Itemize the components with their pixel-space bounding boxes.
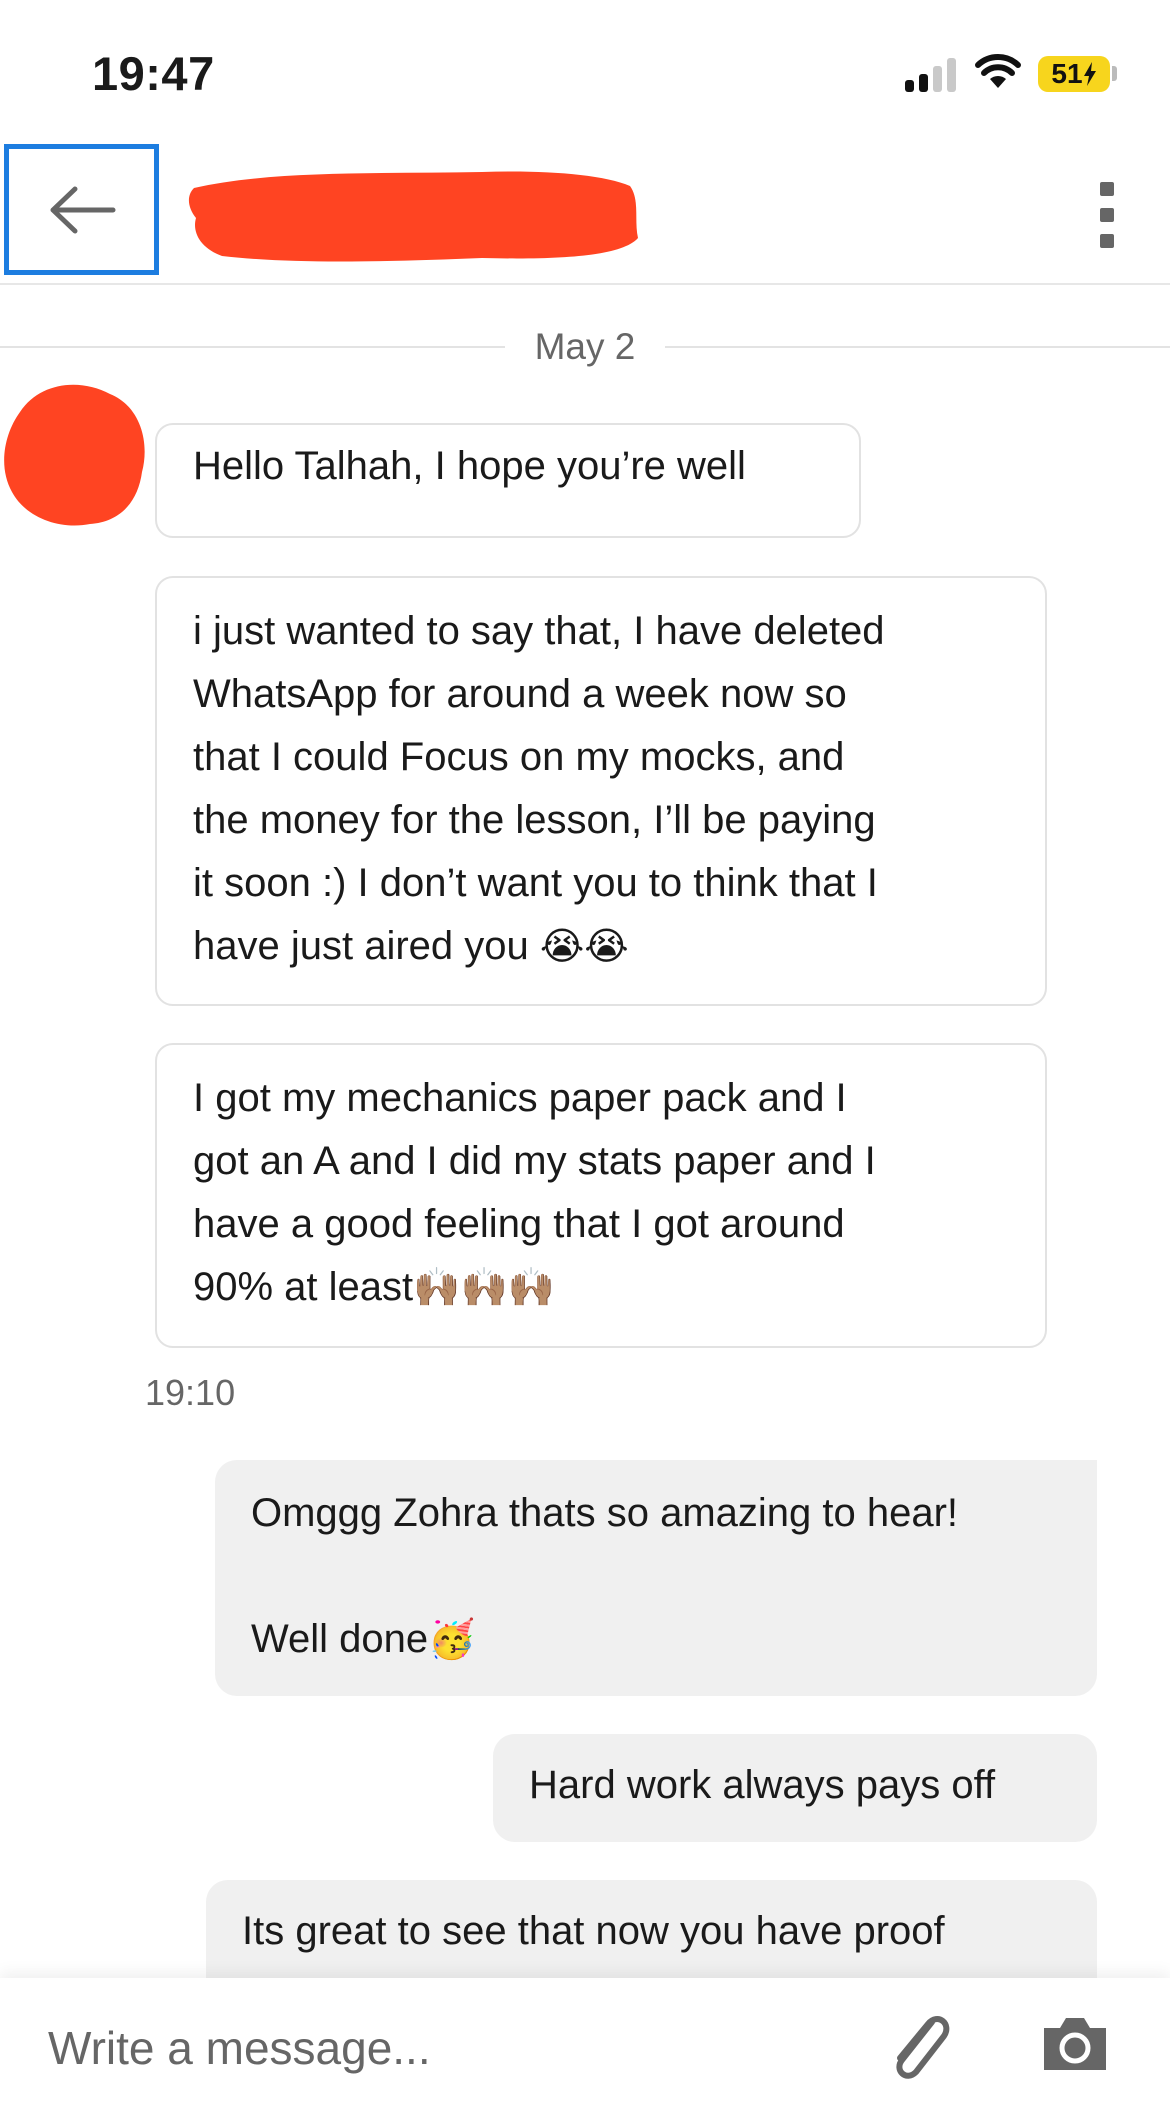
message-bubble-incoming[interactable]: I got my mechanics paper pack and I got … <box>155 1043 1047 1348</box>
attach-button[interactable] <box>880 2002 960 2092</box>
message-text: Its great to see that now you have proof <box>242 1909 945 1953</box>
status-time: 19:47 <box>92 47 215 100</box>
message-text: have just aired you <box>193 924 529 968</box>
message-bubble-incoming[interactable]: i just wanted to say that, I have delete… <box>155 576 1047 1006</box>
message-bubble-outgoing[interactable]: Omggg Zohra thats so amazing to hear! We… <box>215 1460 1097 1696</box>
message-bubble-incoming[interactable]: Hello Talhah, I hope you’re well <box>155 423 861 538</box>
message-text: have a good feeling that I got around <box>193 1202 845 1246</box>
message-text: 90% at least <box>193 1265 414 1309</box>
message-timestamp: 19:10 <box>145 1372 236 1413</box>
cellular-signal-icon <box>905 56 957 92</box>
back-button[interactable] <box>4 144 159 275</box>
message-input[interactable] <box>48 2008 848 2088</box>
battery-indicator: 51 <box>1038 56 1110 92</box>
wifi-icon <box>975 54 1021 88</box>
message-text-with-emoji: have just aired you 😭😭 <box>193 915 1009 978</box>
paperclip-icon <box>896 2016 950 2079</box>
redacted-avatar[interactable] <box>0 372 150 532</box>
message-bubble-outgoing[interactable]: Hard work always pays off <box>493 1734 1097 1842</box>
message-text: Hard work always pays off <box>529 1763 996 1807</box>
camera-icon <box>1044 2018 1106 2070</box>
message-text: got an A and I did my stats paper and I <box>193 1139 876 1183</box>
message-text: WhatsApp for around a week now so <box>193 672 847 716</box>
redacted-contact-name[interactable] <box>182 160 642 270</box>
battery-level: 51 <box>1051 58 1083 89</box>
charging-bolt-icon <box>1083 62 1096 86</box>
message-text: the money for the lesson, I’ll be paying <box>193 798 876 842</box>
message-text: Omggg Zohra thats so amazing to hear! <box>251 1491 959 1535</box>
message-text: it soon :) I don’t want you to think tha… <box>193 861 878 905</box>
message-text: that I could Focus on my mocks, and <box>193 735 845 779</box>
message-text-with-emoji: 90% at least🙌🏽🙌🏽🙌🏽 <box>193 1256 1009 1319</box>
chat-header <box>0 140 1170 285</box>
party-face-emoji: 🥳 <box>428 1617 476 1661</box>
date-divider: May 2 <box>0 322 1170 372</box>
date-label: May 2 <box>534 326 636 367</box>
raising-hands-emoji: 🙌🏽🙌🏽🙌🏽 <box>413 1265 556 1309</box>
message-text: i just wanted to say that, I have delete… <box>193 609 885 653</box>
message-text: I got my mechanics paper pack and I <box>193 1076 847 1120</box>
battery-tip <box>1112 66 1117 81</box>
crying-face-emoji: 😭😭 <box>539 924 629 968</box>
more-options-button[interactable] <box>1090 180 1126 250</box>
arrow-left-icon <box>50 186 115 233</box>
status-bar: 19:47 51 <box>0 0 1170 140</box>
message-text: Hello Talhah, I hope you’re well <box>193 444 746 488</box>
divider-line <box>0 346 505 348</box>
divider-line <box>665 346 1170 348</box>
message-text-with-emoji: Well done🥳 <box>251 1608 1061 1671</box>
message-composer <box>0 1978 1170 2119</box>
camera-button[interactable] <box>1040 2008 1110 2078</box>
message-text: Well done <box>251 1617 429 1661</box>
